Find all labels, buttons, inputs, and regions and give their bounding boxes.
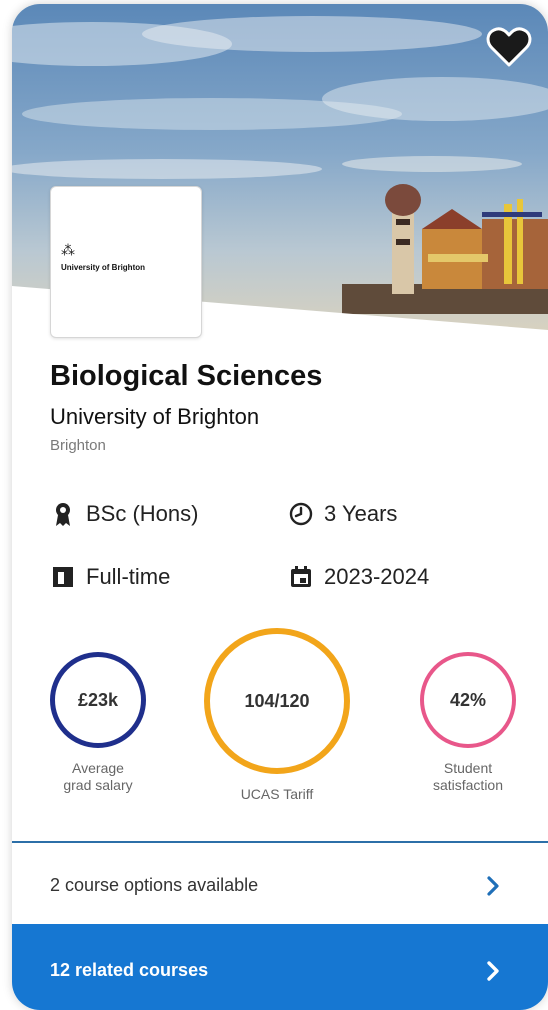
- tariff-ring: 104/120: [204, 628, 350, 774]
- satisfaction-value: 42%: [449, 689, 487, 710]
- duration-label: 3 Years: [324, 501, 398, 526]
- study-mode-label: Full-time: [86, 564, 171, 589]
- satisfaction-label-line2: satisfaction: [432, 777, 504, 793]
- salary-label: Average grad salary: [38, 760, 158, 794]
- tariff-label: UCAS Tariff: [202, 786, 352, 803]
- course-options-link[interactable]: 2 course options available: [12, 843, 548, 924]
- chevron-right-icon: [487, 961, 499, 981]
- qualification-label: BSc (Hons): [86, 501, 199, 526]
- university-logo-text: University of Brighton: [61, 263, 146, 272]
- tariff-stat: 104/120 UCAS Tariff: [202, 628, 352, 803]
- satisfaction-label: Student satisfaction: [408, 760, 528, 794]
- calendar-icon: [288, 564, 314, 590]
- related-courses-label: 12 related courses: [50, 960, 209, 980]
- university-name: University of Brighton: [50, 404, 260, 429]
- satisfaction-ring: 42%: [420, 652, 516, 748]
- heart-icon: [486, 27, 532, 67]
- university-logo-mark: ⁂: [61, 243, 75, 259]
- course-card[interactable]: ⁂ University of Brighton Biological Scie…: [12, 4, 548, 1010]
- year-label: 2023-2024: [324, 564, 430, 589]
- chevron-right-icon: [487, 876, 499, 896]
- tariff-label-line1: UCAS Tariff: [240, 786, 314, 802]
- study-mode-fact: Full-time: [50, 564, 170, 590]
- salary-stat: £23k Average grad salary: [38, 652, 158, 794]
- book-icon: [50, 564, 76, 590]
- related-courses-link[interactable]: 12 related courses: [12, 924, 548, 1010]
- award-ribbon-icon: [50, 501, 76, 527]
- salary-ring: £23k: [50, 652, 146, 748]
- year-fact: 2023-2024: [288, 564, 429, 590]
- salary-value: £23k: [77, 689, 119, 710]
- salary-label-line1: Average: [72, 760, 124, 776]
- satisfaction-stat: 42% Student satisfaction: [408, 652, 528, 794]
- qualification-fact: BSc (Hons): [50, 501, 198, 527]
- satisfaction-label-line1: Student: [443, 760, 493, 776]
- duration-fact: 3 Years: [288, 501, 397, 527]
- favorite-button[interactable]: [484, 24, 534, 70]
- salary-label-line2: grad salary: [63, 777, 133, 793]
- location: Brighton: [50, 437, 106, 454]
- clock-icon: [288, 501, 314, 527]
- university-logo: ⁂ University of Brighton: [50, 186, 202, 338]
- course-options-label: 2 course options available: [50, 875, 259, 895]
- tariff-value: 104/120: [244, 690, 310, 711]
- course-title[interactable]: Biological Sciences: [50, 360, 322, 393]
